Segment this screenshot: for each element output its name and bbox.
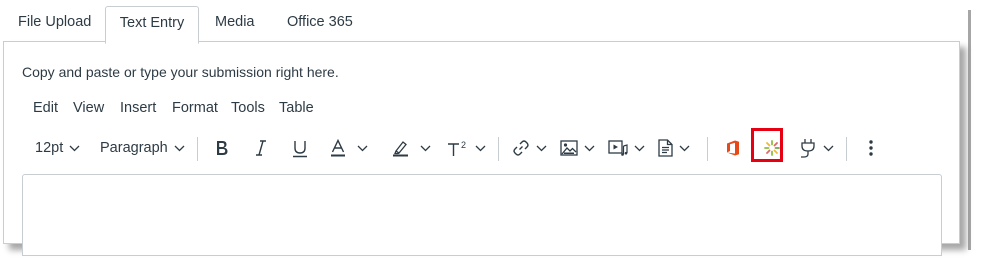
media-icon xyxy=(608,140,628,156)
tab-text-entry[interactable]: Text Entry xyxy=(105,6,199,44)
chevron-down-icon xyxy=(536,145,547,151)
tab-media[interactable]: Media xyxy=(215,6,255,42)
rich-text-editor-area[interactable] xyxy=(22,174,942,256)
tab-office-365[interactable]: Office 365 xyxy=(287,6,353,42)
svg-text:2: 2 xyxy=(461,140,466,150)
plugins-button[interactable] xyxy=(799,130,834,166)
highlight-color-button[interactable] xyxy=(392,130,431,166)
chevron-down-icon xyxy=(357,145,368,151)
font-size-dropdown[interactable]: 12pt xyxy=(35,130,80,166)
chevron-down-icon xyxy=(679,145,690,151)
menu-table[interactable]: Table xyxy=(279,100,314,116)
plug-icon xyxy=(801,139,815,158)
text-entry-panel: Copy and paste or type your submission r… xyxy=(3,41,960,256)
document-button[interactable] xyxy=(658,130,690,166)
block-format-dropdown[interactable]: Paragraph xyxy=(100,130,185,166)
chevron-down-icon xyxy=(174,145,185,151)
submission-editor-screen: File Upload Text Entry Media Office 365 … xyxy=(0,0,982,258)
menu-format[interactable]: Format xyxy=(172,100,218,116)
callout-highlight-box xyxy=(751,128,783,162)
superscript-icon: 2 xyxy=(448,140,466,156)
media-button[interactable] xyxy=(608,130,645,166)
italic-button[interactable] xyxy=(254,130,268,166)
highlight-icon xyxy=(393,140,408,156)
superscript-button[interactable]: 2 xyxy=(447,130,486,166)
document-icon xyxy=(658,139,673,157)
submission-tabs: File Upload Text Entry Media Office 365 xyxy=(0,0,968,44)
chevron-down-icon xyxy=(420,145,431,151)
chevron-down-icon xyxy=(634,145,645,151)
office-365-icon xyxy=(727,140,739,156)
text-color-button[interactable] xyxy=(330,130,368,166)
instructions-text: Copy and paste or type your submission r… xyxy=(22,64,339,80)
image-button[interactable] xyxy=(560,130,595,166)
window-edge-shadow xyxy=(968,10,971,250)
more-options-button[interactable] xyxy=(868,130,874,166)
chevron-down-icon xyxy=(584,145,595,151)
image-icon xyxy=(560,140,578,156)
bold-button[interactable] xyxy=(214,130,230,166)
underline-button[interactable] xyxy=(292,130,308,166)
toolbar-divider xyxy=(846,137,847,161)
menu-edit[interactable]: Edit xyxy=(33,100,58,116)
italic-icon xyxy=(256,140,266,156)
link-button[interactable] xyxy=(512,130,547,166)
menu-tools[interactable]: Tools xyxy=(231,100,265,116)
more-options-icon xyxy=(869,140,873,156)
block-format-value: Paragraph xyxy=(100,140,168,156)
chevron-down-icon xyxy=(69,145,80,151)
font-size-value: 12pt xyxy=(35,140,64,156)
toolbar-divider xyxy=(707,137,708,161)
menu-view[interactable]: View xyxy=(73,100,104,116)
editor-toolbar: 12pt Paragraph 2 xyxy=(4,130,959,166)
toolbar-divider xyxy=(498,137,499,161)
bold-icon xyxy=(217,141,228,155)
chevron-down-icon xyxy=(475,145,486,151)
toolbar-divider xyxy=(197,137,198,161)
chevron-down-icon xyxy=(823,145,834,151)
menu-insert[interactable]: Insert xyxy=(120,100,156,116)
text-color-icon xyxy=(331,138,345,156)
underline-icon xyxy=(293,140,307,157)
tab-file-upload[interactable]: File Upload xyxy=(18,6,91,42)
office-365-button[interactable] xyxy=(726,130,740,166)
link-icon xyxy=(513,140,529,156)
